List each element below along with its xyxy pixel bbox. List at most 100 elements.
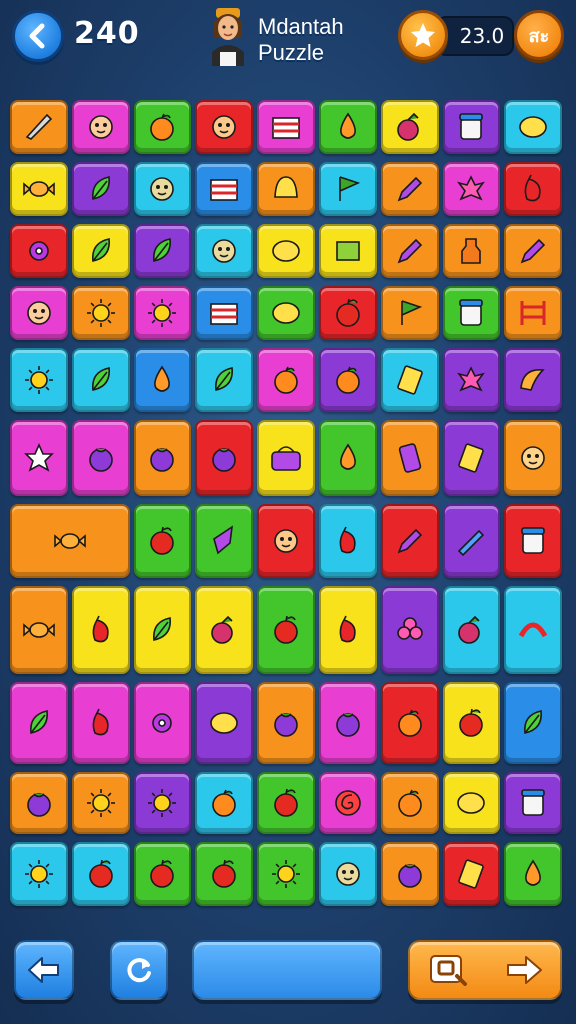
puzzle-tile[interactable] (380, 682, 439, 764)
puzzle-tile[interactable] (257, 348, 315, 412)
puzzle-tile[interactable] (195, 100, 254, 154)
puzzle-tile[interactable] (442, 682, 501, 764)
puzzle-tile[interactable] (257, 504, 315, 578)
puzzle-tile[interactable] (257, 586, 315, 674)
puzzle-tile[interactable] (442, 420, 501, 496)
puzzle-tile[interactable] (442, 286, 501, 340)
puzzle-tile[interactable] (442, 162, 501, 216)
puzzle-tile[interactable] (195, 772, 254, 834)
puzzle-tile[interactable] (504, 348, 563, 412)
puzzle-tile[interactable] (195, 682, 254, 764)
puzzle-tile[interactable] (71, 100, 130, 154)
puzzle-tile[interactable] (504, 586, 563, 674)
puzzle-tile[interactable] (442, 586, 501, 674)
puzzle-tile[interactable] (71, 682, 130, 764)
puzzle-tile[interactable] (504, 682, 563, 764)
puzzle-tile[interactable] (319, 100, 377, 154)
puzzle-tile[interactable] (504, 842, 563, 906)
star-button[interactable] (398, 10, 448, 60)
puzzle-tile[interactable] (504, 772, 563, 834)
puzzle-tile[interactable] (71, 586, 130, 674)
puzzle-tile[interactable] (257, 682, 315, 764)
puzzle-tile[interactable] (10, 348, 68, 412)
puzzle-tile[interactable] (10, 772, 68, 834)
puzzle-tile[interactable] (195, 224, 254, 278)
puzzle-tile[interactable] (10, 420, 68, 496)
puzzle-tile[interactable] (133, 682, 192, 764)
puzzle-tile[interactable] (257, 162, 315, 216)
puzzle-tile[interactable] (257, 772, 315, 834)
puzzle-tile[interactable] (319, 286, 377, 340)
puzzle-tile[interactable] (10, 682, 68, 764)
puzzle-tile[interactable] (442, 348, 501, 412)
puzzle-tile[interactable] (10, 842, 68, 906)
puzzle-tile[interactable] (195, 162, 254, 216)
puzzle-tile[interactable] (71, 420, 130, 496)
puzzle-tile[interactable] (257, 420, 315, 496)
puzzle-tile[interactable] (257, 224, 315, 278)
puzzle-tile[interactable] (10, 224, 68, 278)
puzzle-tile[interactable] (504, 286, 563, 340)
puzzle-tile[interactable] (195, 586, 254, 674)
puzzle-tile[interactable] (71, 224, 130, 278)
puzzle-tile[interactable] (504, 162, 563, 216)
puzzle-tile[interactable] (10, 162, 68, 216)
puzzle-tile[interactable] (319, 348, 377, 412)
puzzle-tile[interactable] (380, 842, 439, 906)
previous-button[interactable] (14, 940, 74, 1000)
extra-button[interactable]: สะ (514, 10, 564, 60)
puzzle-tile[interactable] (319, 772, 377, 834)
puzzle-tile[interactable] (71, 162, 130, 216)
puzzle-tile[interactable] (442, 842, 501, 906)
puzzle-tile[interactable] (380, 420, 439, 496)
puzzle-tile[interactable] (380, 100, 439, 154)
puzzle-tile[interactable] (319, 842, 377, 906)
puzzle-tile[interactable] (195, 286, 254, 340)
puzzle-tile[interactable] (133, 162, 192, 216)
puzzle-tile[interactable] (10, 100, 68, 154)
puzzle-tile[interactable] (319, 420, 377, 496)
puzzle-tile[interactable] (133, 772, 192, 834)
puzzle-tile[interactable] (504, 100, 563, 154)
refresh-button[interactable] (110, 940, 168, 1000)
puzzle-tile[interactable] (195, 842, 254, 906)
puzzle-tile[interactable] (133, 842, 192, 906)
puzzle-tile[interactable] (319, 224, 377, 278)
puzzle-tile[interactable] (319, 504, 377, 578)
puzzle-tile[interactable] (380, 162, 439, 216)
puzzle-tile[interactable] (257, 100, 315, 154)
puzzle-tile[interactable] (195, 420, 254, 496)
puzzle-tile[interactable] (380, 286, 439, 340)
puzzle-tile[interactable] (257, 842, 315, 906)
puzzle-tile[interactable] (442, 772, 501, 834)
puzzle-tile[interactable] (380, 772, 439, 834)
puzzle-tile[interactable] (195, 504, 254, 578)
puzzle-tile[interactable] (133, 286, 192, 340)
puzzle-tile[interactable] (71, 772, 130, 834)
puzzle-tile[interactable] (71, 842, 130, 906)
puzzle-tile[interactable] (133, 504, 192, 578)
puzzle-tile[interactable] (10, 586, 68, 674)
puzzle-tile[interactable] (442, 504, 501, 578)
puzzle-tile[interactable] (71, 286, 130, 340)
puzzle-tile[interactable] (380, 504, 439, 578)
back-button[interactable] (12, 10, 64, 62)
puzzle-tile[interactable] (195, 348, 254, 412)
puzzle-tile[interactable] (133, 348, 192, 412)
puzzle-tile[interactable] (257, 286, 315, 340)
puzzle-tile[interactable] (133, 586, 192, 674)
puzzle-tile[interactable] (71, 348, 130, 412)
puzzle-tile[interactable] (504, 224, 563, 278)
next-button[interactable] (408, 940, 562, 1000)
puzzle-tile[interactable] (133, 224, 192, 278)
puzzle-tile[interactable] (442, 100, 501, 154)
puzzle-tile[interactable] (10, 504, 130, 578)
puzzle-tile[interactable] (380, 586, 439, 674)
puzzle-tile[interactable] (504, 504, 563, 578)
puzzle-tile[interactable] (380, 224, 439, 278)
puzzle-tile[interactable] (504, 420, 563, 496)
puzzle-tile[interactable] (133, 100, 192, 154)
puzzle-tile[interactable] (442, 224, 501, 278)
puzzle-tile[interactable] (10, 286, 68, 340)
puzzle-tile[interactable] (380, 348, 439, 412)
